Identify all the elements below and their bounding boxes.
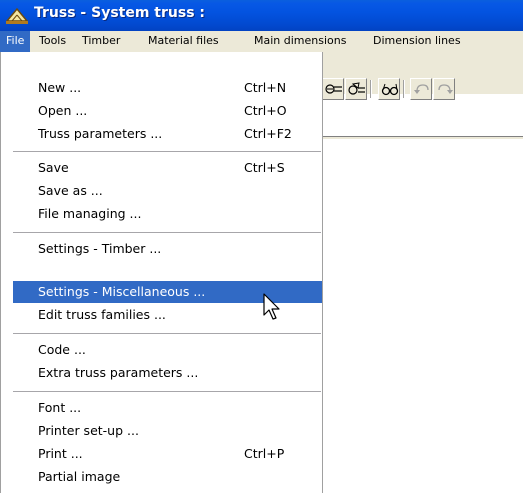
menu-item-label: Extra truss parameters ... <box>38 365 199 380</box>
menu-item-label: Partial image <box>38 469 121 484</box>
menu-item-shortcut: Ctrl+N <box>244 80 287 95</box>
menu-item-label: Truss parameters ... <box>38 126 163 141</box>
menu-item-extra-truss-parameters[interactable]: Extra truss parameters ... <box>4 362 319 384</box>
menu-item-label: Edit truss families ... <box>38 307 166 322</box>
menu-item-open[interactable]: Open ... Ctrl+O <box>4 100 319 122</box>
menu-file[interactable]: File <box>0 31 31 52</box>
mouse-pointer-icon <box>263 293 283 323</box>
menu-item-shortcut: Ctrl+F2 <box>244 126 292 141</box>
menu-item-label: File managing ... <box>38 206 142 221</box>
menu-item-label: Settings - Miscellaneous ... <box>38 284 206 299</box>
menu-main-dimensions[interactable]: Main dimensions <box>248 31 352 52</box>
toolbar-separator <box>370 80 372 98</box>
menu-item-label: Printer set-up ... <box>38 423 139 438</box>
redo-button[interactable] <box>433 78 455 100</box>
workspace-divider <box>322 136 523 140</box>
toolbar-separator <box>403 80 405 98</box>
truss-app-icon <box>5 6 29 25</box>
menu-material-files[interactable]: Material files <box>142 31 225 52</box>
menu-item-shortcut: Ctrl+P <box>244 446 285 461</box>
menu-item-label: Save as ... <box>38 183 103 198</box>
menu-tools[interactable]: Tools <box>33 31 72 52</box>
truss-node-button[interactable] <box>322 78 344 100</box>
menu-item-save[interactable]: Save Ctrl+S <box>4 157 319 179</box>
menu-item-label: Print ... <box>38 446 83 461</box>
app-window: Truss - System truss : File Tools Timber… <box>0 0 523 493</box>
menu-item-code[interactable]: Code ... <box>4 339 319 361</box>
menu-item-settings-timber[interactable]: Settings - Timber ... <box>4 238 319 260</box>
title-bar[interactable]: Truss - System truss : <box>0 0 523 31</box>
menu-item-new[interactable]: New ... Ctrl+N <box>4 77 319 99</box>
menu-item-print[interactable]: Print ... Ctrl+P <box>4 443 319 465</box>
menu-item-shortcut: Ctrl+O <box>244 103 287 118</box>
menu-timber[interactable]: Timber <box>76 31 126 52</box>
menu-item-truss-parameters[interactable]: Truss parameters ... Ctrl+F2 <box>4 123 319 145</box>
menu-separator <box>13 391 321 392</box>
menu-item-file-managing[interactable]: File managing ... <box>4 203 319 225</box>
menu-separator <box>13 333 321 334</box>
file-menu-dropdown: New ... Ctrl+N Open ... Ctrl+O Truss par… <box>0 52 323 493</box>
menu-item-printer-setup[interactable]: Printer set-up ... <box>4 420 319 442</box>
menu-item-label: New ... <box>38 80 82 95</box>
window-title: Truss - System truss : <box>34 5 206 21</box>
menu-item-label: Open ... <box>38 103 88 118</box>
truss-copy-button[interactable] <box>345 78 367 100</box>
menu-item-label: Settings - Timber ... <box>38 241 162 256</box>
menu-item-font[interactable]: Font ... <box>4 397 319 419</box>
menu-item-shortcut: Ctrl+S <box>244 160 285 175</box>
menu-item-label: Font ... <box>38 400 82 415</box>
menu-separator <box>13 151 321 152</box>
glasses-view-button[interactable] <box>378 78 400 100</box>
menu-item-label: Code ... <box>38 342 86 357</box>
menu-separator <box>13 232 321 233</box>
menu-item-partial-image[interactable]: Partial image <box>4 466 319 488</box>
menu-item-label: Save <box>38 160 69 175</box>
undo-button[interactable] <box>410 78 432 100</box>
menu-item-save-as[interactable]: Save as ... <box>4 180 319 202</box>
menu-dimension-lines[interactable]: Dimension lines <box>367 31 467 52</box>
menu-bar: File Tools Timber Material files Main di… <box>0 31 523 52</box>
